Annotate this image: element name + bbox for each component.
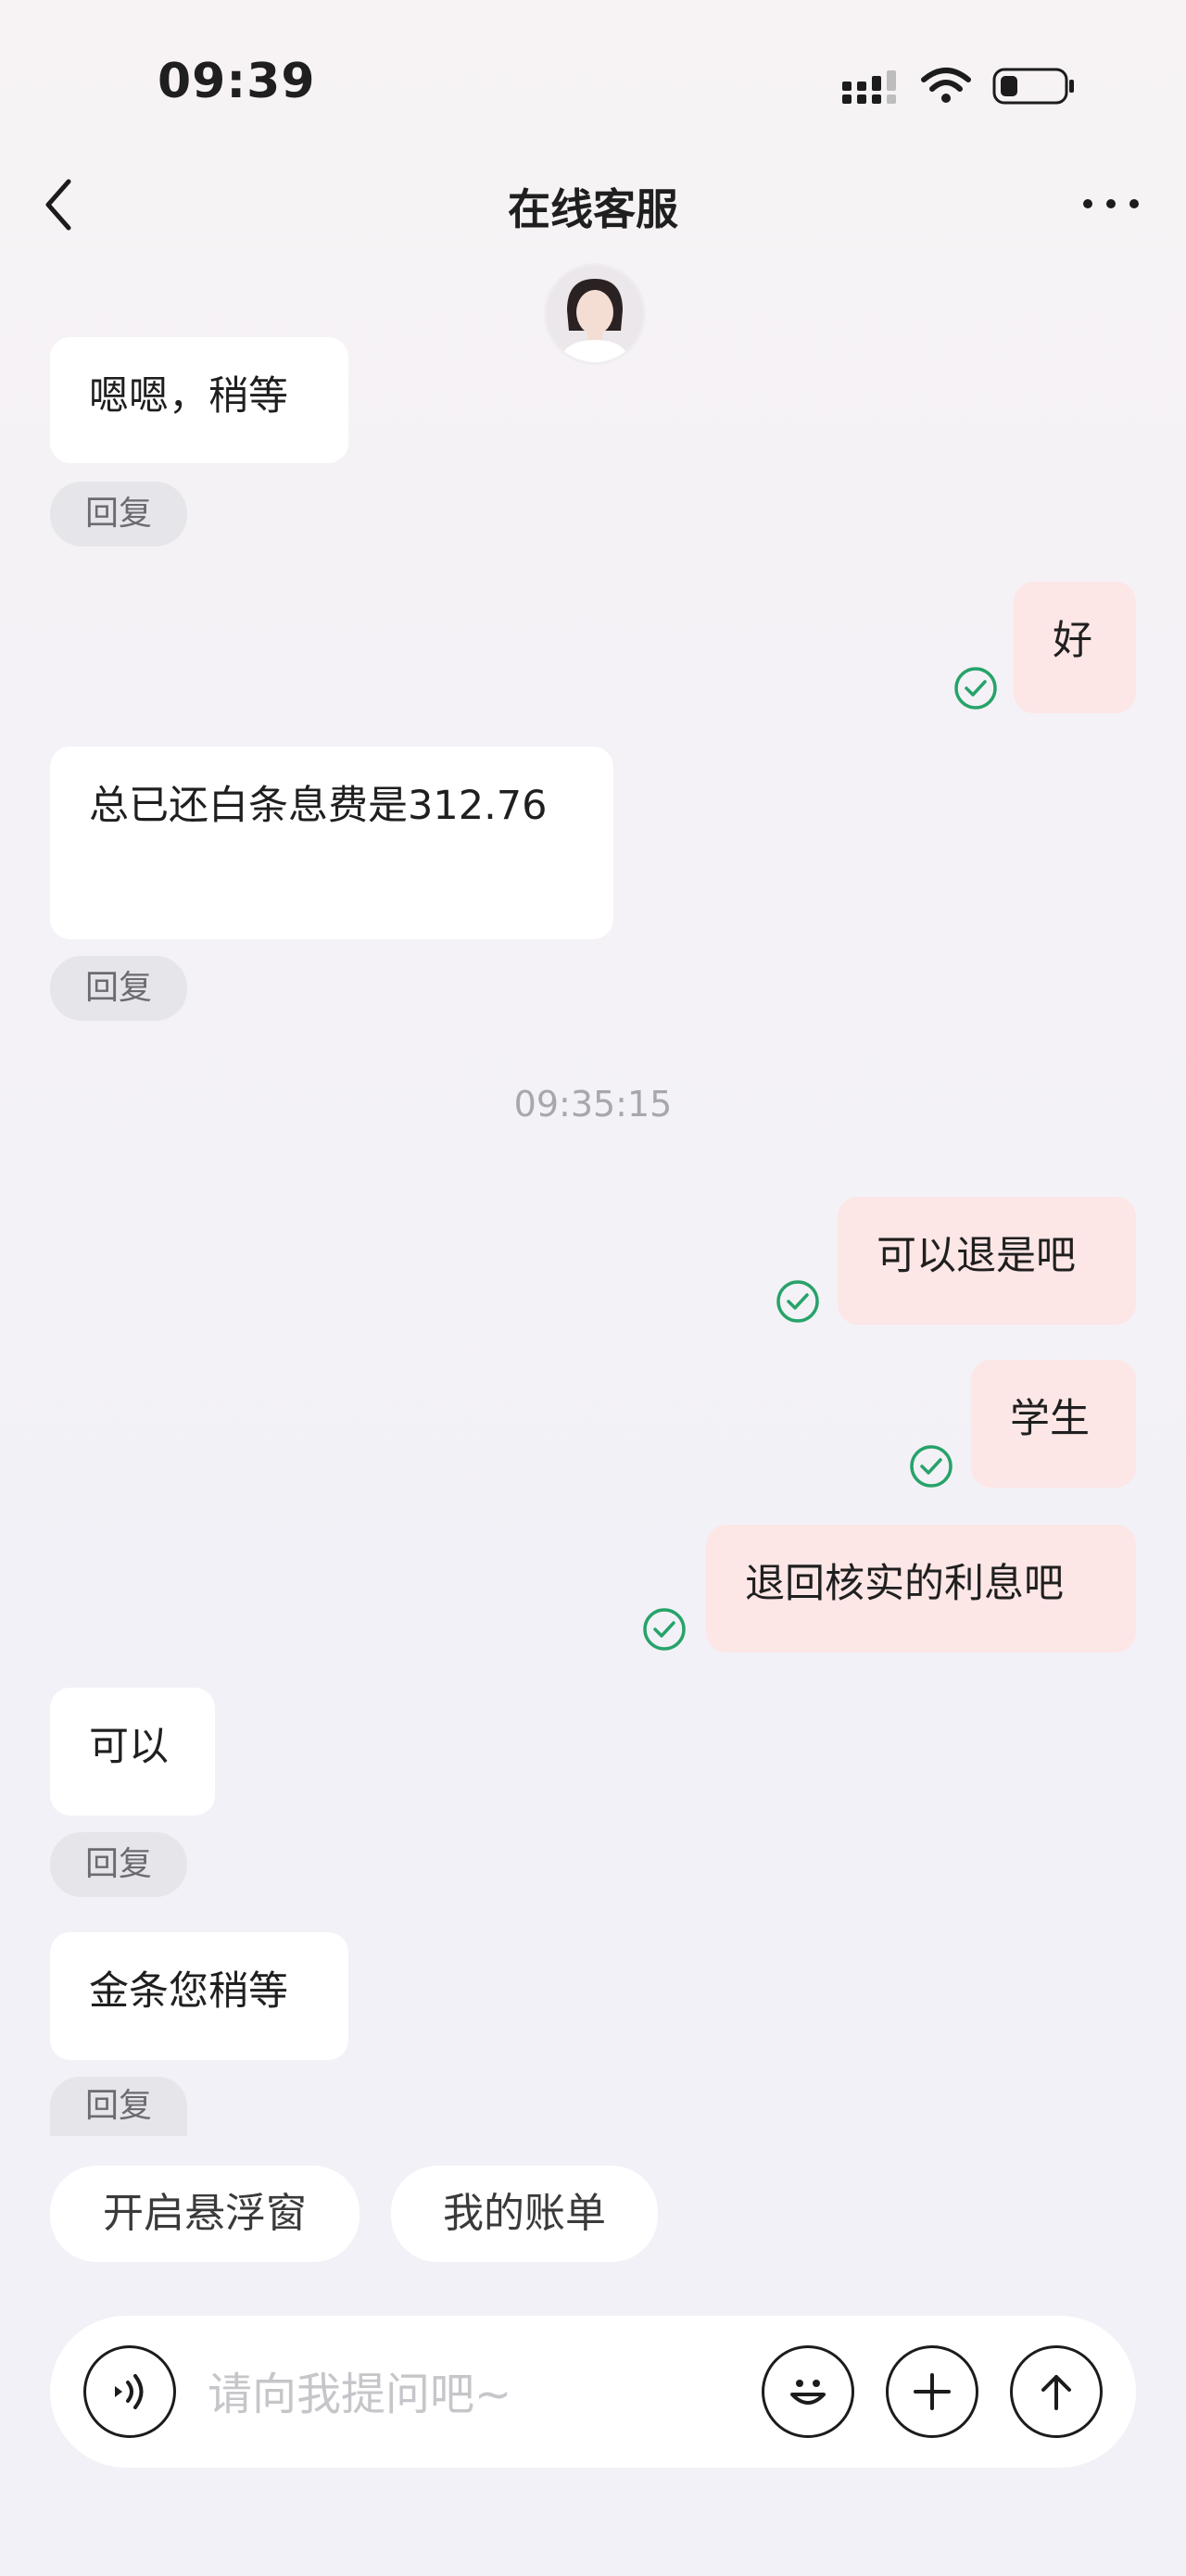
wifi-icon <box>921 68 971 103</box>
message-text: 好 <box>1053 618 1092 664</box>
page-title: 在线客服 <box>508 184 678 234</box>
send-up-icon <box>1041 2375 1071 2410</box>
message-outgoing: 退回核实的利息吧 <box>706 1525 1136 1652</box>
reply-button[interactable]: 回复 <box>50 2077 187 2136</box>
message-input[interactable]: 请向我提问吧~ <box>208 2357 511 2422</box>
message-timestamp: 09:35:15 <box>513 1084 673 1125</box>
cellular-signal-icon <box>842 70 896 104</box>
reply-button[interactable]: 回复 <box>50 482 187 547</box>
my-bill-chip[interactable]: 我的账单 <box>391 2166 658 2262</box>
message-text: 可以 <box>89 1724 169 1770</box>
message-text: 退回核实的利息吧 <box>745 1561 1064 1607</box>
agent-avatar[interactable] <box>544 263 646 365</box>
message-text: 学生 <box>1010 1396 1090 1442</box>
message-outgoing: 可以退是吧 <box>838 1197 1136 1325</box>
message-incoming: 可以 <box>50 1688 215 1816</box>
voice-icon <box>115 2374 144 2409</box>
read-check-icon <box>910 1445 953 1488</box>
emoji-button[interactable] <box>762 2345 854 2438</box>
read-check-icon <box>776 1280 819 1323</box>
status-time: 09:39 <box>158 54 316 109</box>
battery-icon <box>992 68 1074 105</box>
agent-avatar-image <box>547 266 643 362</box>
message-text: 可以退是吧 <box>877 1233 1076 1279</box>
message-text: 金条您稍等 <box>89 1968 288 2015</box>
more-options-icon[interactable] <box>1079 185 1143 222</box>
message-text: 总已还白条息费是312.76 <box>89 783 548 829</box>
floating-window-chip[interactable]: 开启悬浮窗 <box>50 2166 360 2262</box>
voice-button[interactable] <box>83 2345 176 2438</box>
plus-icon <box>914 2373 951 2410</box>
message-text: 嗯嗯，稍等 <box>89 373 288 420</box>
message-outgoing: 好 <box>1014 582 1136 713</box>
message-outgoing: 学生 <box>971 1360 1136 1488</box>
send-button[interactable] <box>1010 2345 1103 2438</box>
reply-button[interactable]: 回复 <box>50 1832 187 1897</box>
read-check-icon <box>643 1608 686 1651</box>
add-attachment-button[interactable] <box>886 2345 978 2438</box>
reply-button[interactable]: 回复 <box>50 956 187 1021</box>
message-incoming: 金条您稍等 <box>50 1932 348 2060</box>
message-incoming: 总已还白条息费是312.76 <box>50 747 613 939</box>
read-check-icon <box>954 667 997 710</box>
message-incoming: 嗯嗯，稍等 <box>50 337 348 463</box>
emoji-icon <box>790 2380 826 2405</box>
